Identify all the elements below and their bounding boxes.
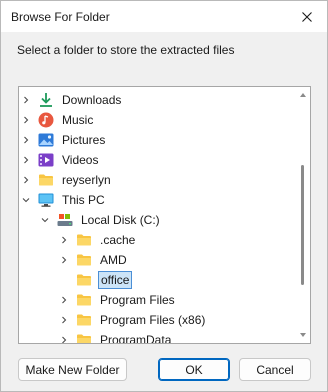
chevron-down-icon[interactable]: [20, 190, 32, 210]
videos-icon: [38, 152, 54, 168]
chevron-right-icon[interactable]: [20, 110, 32, 130]
tree-item-label: .cache: [100, 233, 136, 247]
tree-item-programdata[interactable]: ProgramData: [19, 330, 297, 344]
chevron-right-icon[interactable]: [20, 150, 32, 170]
browse-for-folder-dialog: Browse For Folder Select a folder to sto…: [0, 0, 328, 392]
cancel-button[interactable]: Cancel: [239, 358, 311, 381]
close-button[interactable]: [287, 1, 327, 32]
title-bar: Browse For Folder: [1, 1, 327, 32]
tree-item-label: reyserlyn: [62, 173, 111, 187]
scrollbar-thumb[interactable]: [301, 165, 304, 285]
tree-item-label: Music: [62, 113, 94, 127]
download-icon: [38, 92, 54, 108]
folder-icon: [76, 332, 92, 343]
make-new-folder-button[interactable]: Make New Folder: [18, 358, 127, 381]
tree-item-label: office: [98, 271, 133, 289]
chevron-down-icon[interactable]: [39, 210, 51, 230]
tree-item-videos[interactable]: Videos: [19, 150, 297, 170]
chevron-right-icon[interactable]: [58, 290, 70, 310]
chevron-right-icon[interactable]: [58, 230, 70, 250]
drive-icon: [57, 212, 73, 228]
tree-item-amd[interactable]: AMD: [19, 250, 297, 270]
music-icon: [38, 112, 54, 128]
chevron-right-icon[interactable]: [58, 310, 70, 330]
ok-button[interactable]: OK: [158, 358, 230, 381]
folder-icon: [76, 272, 92, 288]
scroll-down-icon[interactable]: [299, 331, 307, 339]
tree-item-label: AMD: [100, 253, 127, 267]
folder-icon: [76, 252, 92, 268]
tree-item-label: Downloads: [62, 93, 122, 107]
tree-item-downloads[interactable]: Downloads: [19, 90, 297, 110]
chevron-right-icon[interactable]: [20, 170, 32, 190]
tree-item-label: Program Files: [100, 293, 175, 307]
vertical-scrollbar[interactable]: [296, 87, 310, 343]
scroll-up-icon[interactable]: [299, 91, 307, 99]
tree-item-this-pc[interactable]: This PC: [19, 190, 297, 210]
tree-item-music[interactable]: Music: [19, 110, 297, 130]
folder-icon: [38, 172, 54, 188]
tree-item-local-disk-c[interactable]: Local Disk (C:): [19, 210, 297, 230]
tree-item-program-files-x86[interactable]: Program Files (x86): [19, 310, 297, 330]
tree-item-label: Program Files (x86): [100, 313, 206, 327]
tree-item-reyserlyn[interactable]: reyserlyn: [19, 170, 297, 190]
tree-item-label: ProgramData: [100, 333, 172, 344]
tree-item-office[interactable]: office: [19, 270, 297, 290]
pictures-icon: [38, 132, 54, 148]
tree-item-cache[interactable]: .cache: [19, 230, 297, 250]
chevron-right-icon[interactable]: [20, 130, 32, 150]
tree-item-label: Pictures: [62, 133, 106, 147]
tree-item-pictures[interactable]: Pictures: [19, 130, 297, 150]
chevron-right-icon[interactable]: [58, 250, 70, 270]
folder-icon: [76, 232, 92, 248]
chevron-right-icon[interactable]: [20, 90, 32, 110]
chevron-right-icon[interactable]: [58, 330, 70, 343]
chevron-placeholder: [58, 270, 70, 290]
instruction-text: Select a folder to store the extracted f…: [17, 43, 235, 57]
folder-icon: [76, 312, 92, 328]
window-title: Browse For Folder: [11, 10, 110, 24]
tree-item-label: Videos: [62, 153, 99, 167]
folder-icon: [76, 292, 92, 308]
folder-tree[interactable]: Downloads Music Pictures Videos reyserlyn Thi…: [18, 86, 311, 344]
tree-item-label: Local Disk (C:): [81, 213, 160, 227]
pc-icon: [38, 192, 54, 208]
tree-item-label: This PC: [62, 193, 105, 207]
close-icon: [302, 11, 312, 22]
tree-item-program-files[interactable]: Program Files: [19, 290, 297, 310]
